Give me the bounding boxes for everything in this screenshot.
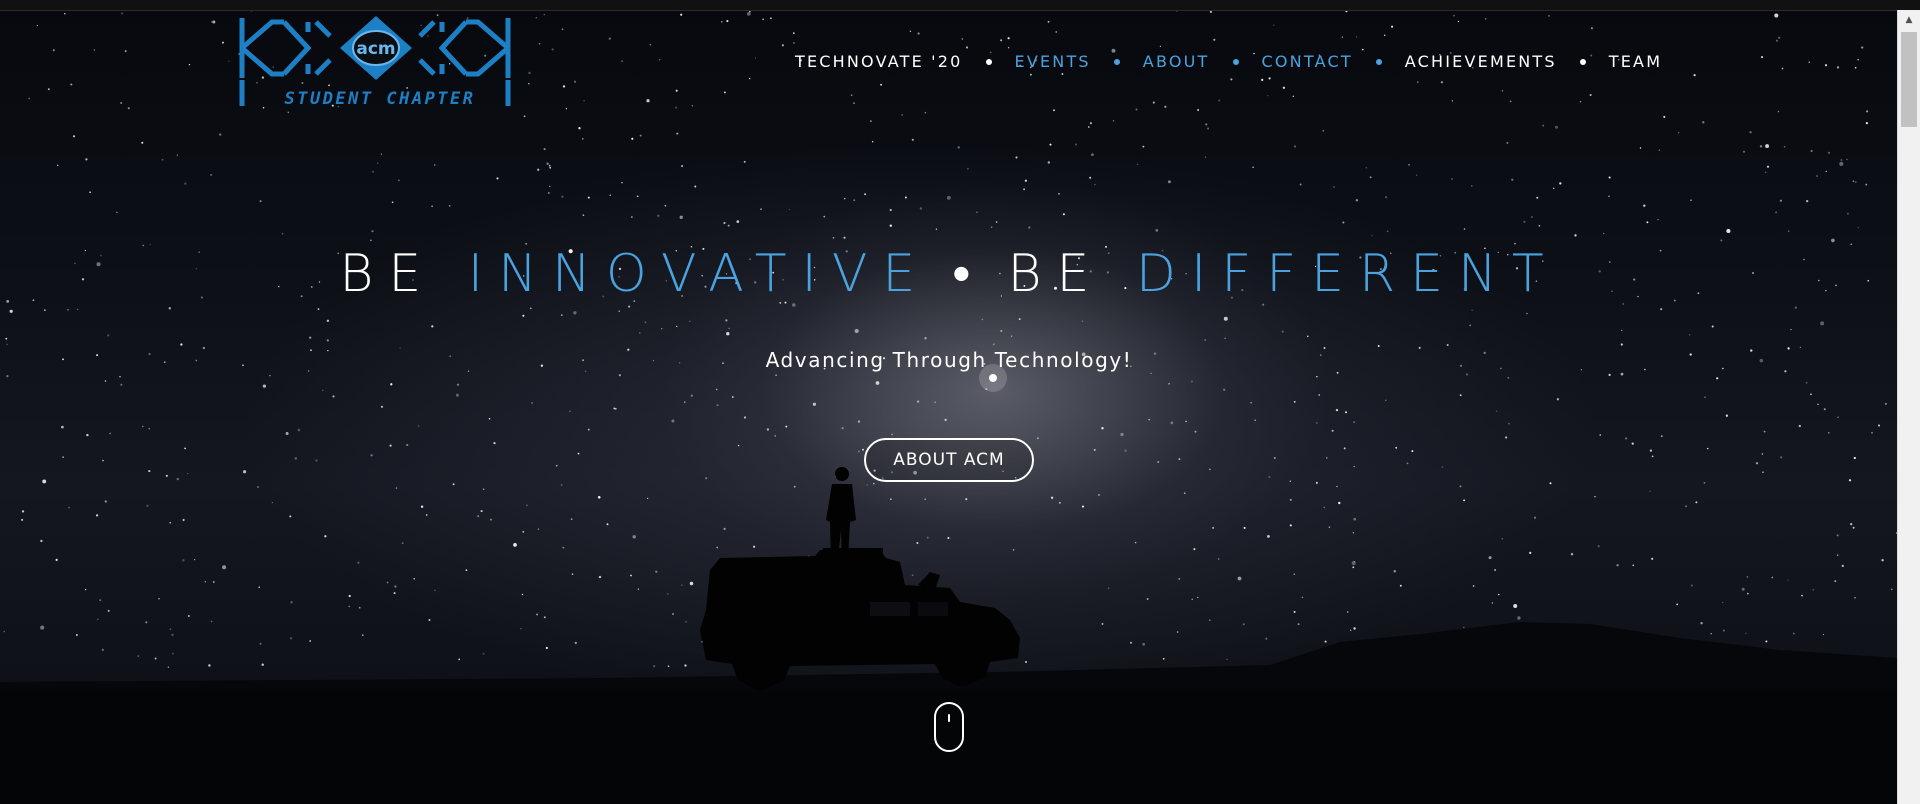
nav-separator-dot (1232, 58, 1239, 65)
landscape-silhouette (0, 467, 1898, 804)
nav-item-team[interactable]: TEAM (1609, 52, 1662, 71)
nav-item-technovate-20[interactable]: TECHNOVATE '20 (795, 52, 963, 71)
nav-item-contact[interactable]: CONTACT (1262, 52, 1353, 71)
person-silhouette (826, 467, 856, 558)
acm-student-chapter-logo[interactable]: acm STUDENT CHAPTER (238, 14, 514, 110)
hero-section (0, 10, 1898, 804)
headline-be-2: BE (1007, 244, 1136, 304)
acm-logo-icon: acm STUDENT CHAPTER (239, 16, 511, 109)
nav-item-about[interactable]: ABOUT (1143, 52, 1210, 71)
mouse-scroll-icon[interactable] (934, 702, 964, 752)
headline-different: DIFFERENT (1135, 244, 1559, 304)
hero-headline: BE INNOVATIVE • BE DIFFERENT (0, 244, 1898, 304)
nav-separator-dot (1113, 58, 1120, 65)
browser-viewport: acm STUDENT CHAPTER TECHNOVATE '20 EVENTS… (0, 0, 1920, 804)
mouse-wheel (948, 714, 950, 722)
window-top-border (0, 0, 1920, 11)
nav-item-achievements[interactable]: ACHIEVEMENTS (1405, 52, 1557, 71)
nav-separator-dot (1579, 58, 1586, 65)
page-scrollbar[interactable]: ▲ (1897, 10, 1920, 804)
scroll-up-arrow-icon[interactable]: ▲ (1898, 10, 1920, 30)
logo-badge-text: acm (356, 39, 395, 59)
hero-tagline: Advancing Through Technology! (765, 348, 1133, 372)
main-navigation: TECHNOVATE '20 EVENTS ABOUT CONTACT ACHIEVEM… (795, 52, 1662, 71)
headline-be-1: BE (339, 244, 468, 304)
jeep-silhouette (700, 548, 1020, 690)
nav-item-events[interactable]: EVENTS (1015, 52, 1091, 71)
headline-separator: • (952, 244, 986, 304)
logo-subtitle-text: STUDENT CHAPTER (284, 89, 475, 109)
nav-separator-dot (985, 58, 992, 65)
about-acm-button[interactable]: ABOUT ACM (864, 438, 1034, 482)
scrollbar-thumb[interactable] (1901, 32, 1917, 127)
headline-innovative: INNOVATIVE (467, 244, 931, 304)
nav-separator-dot (1375, 58, 1382, 65)
